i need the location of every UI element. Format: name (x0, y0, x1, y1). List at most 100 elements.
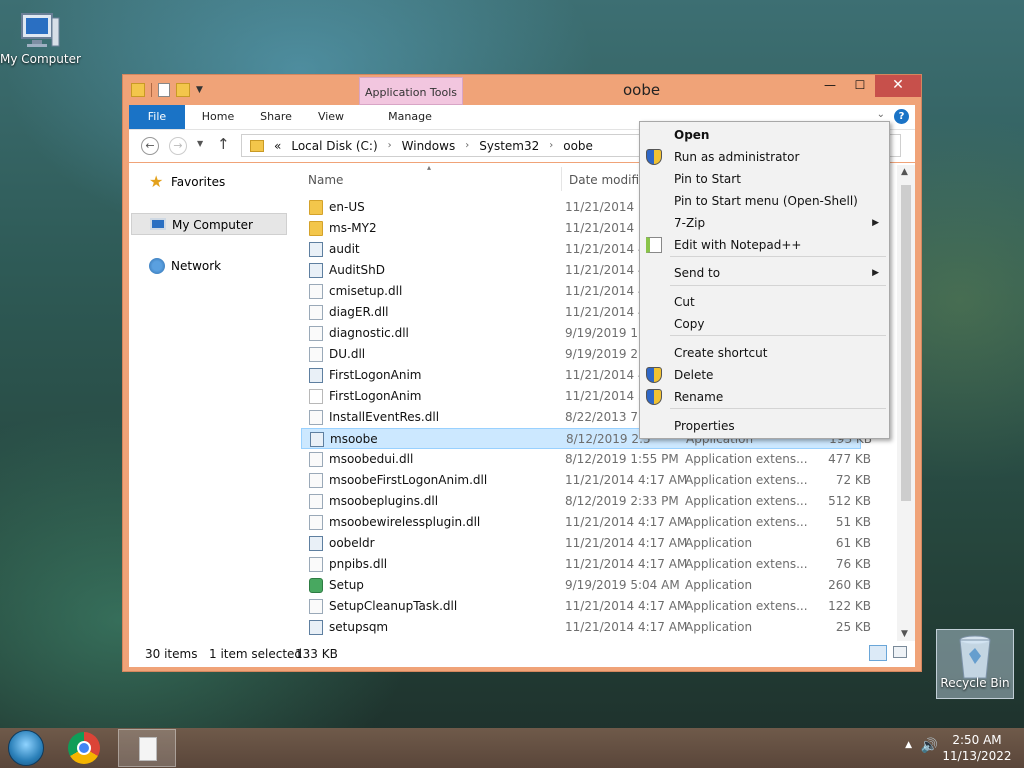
tab-share[interactable]: Share (251, 105, 301, 129)
file-row[interactable]: msoobewirelessplugin.dll 11/21/2014 4:17 … (301, 512, 871, 533)
chevron-right-icon[interactable]: › (465, 140, 469, 151)
menu-item-open[interactable]: Open (640, 124, 889, 146)
chevron-down-icon[interactable]: ▼ (196, 85, 203, 95)
file-date-modified: 8/12/2019 2:5 (566, 432, 651, 446)
menu-item-run-as-administrator[interactable]: Run as administrator (640, 146, 889, 168)
menu-item-label: 7-Zip (674, 216, 706, 230)
scroll-down-icon[interactable]: ▼ (901, 629, 908, 639)
menu-item-pin-to-start-menu-open-shell[interactable]: Pin to Start menu (Open-Shell) (640, 190, 889, 212)
vertical-scrollbar[interactable]: ▲ ▼ (897, 165, 915, 641)
large-icons-view-icon[interactable] (893, 646, 907, 658)
menu-item-properties[interactable]: Properties (640, 415, 889, 437)
file-name: msoobedui.dll (329, 452, 414, 466)
shield-icon (646, 149, 662, 165)
up-button[interactable]: ↑ (217, 135, 230, 153)
tab-home[interactable]: Home (193, 105, 243, 129)
file-date-modified: 11/21/2014 4:17 AM (565, 536, 688, 550)
menu-separator (670, 285, 886, 286)
file-row[interactable]: msoobedui.dll 8/12/2019 1:55 PM Applicatio… (301, 449, 871, 470)
breadcrumb-windows[interactable]: Windows (402, 139, 456, 153)
menu-item-label: Pin to Start (674, 172, 741, 186)
file-date-modified: 11/21/2014 4:17 AM (565, 599, 688, 613)
desktop-icon-label: My Computer (0, 52, 81, 66)
file-row[interactable]: msoobeplugins.dll 8/12/2019 2:33 PM Applic… (301, 491, 871, 512)
close-button[interactable]: ✕ (875, 75, 921, 97)
scroll-thumb[interactable] (901, 185, 911, 501)
chevron-right-icon[interactable]: › (549, 140, 553, 151)
show-hidden-icons-chevron-icon[interactable]: ▲ (905, 740, 912, 750)
column-divider[interactable] (561, 167, 562, 191)
menu-item-pin-to-start[interactable]: Pin to Start (640, 168, 889, 190)
breadcrumb-system32[interactable]: System32 (479, 139, 539, 153)
menu-item-rename[interactable]: Rename (640, 386, 889, 408)
file-date-modified: 11/21/2014 4: (565, 242, 650, 256)
nav-item-network[interactable]: Network (131, 255, 287, 277)
details-view-icon[interactable] (869, 645, 887, 661)
taskbar-explorer-button[interactable] (118, 729, 176, 767)
menu-item-copy[interactable]: Copy (640, 313, 889, 335)
recent-locations-chevron-icon[interactable]: ▼ (197, 139, 203, 148)
file-name: en-US (329, 200, 365, 214)
menu-item-label: Properties (674, 419, 735, 433)
menu-item-edit-with-notepad[interactable]: Edit with Notepad++ (640, 234, 889, 256)
file-name: msoobeplugins.dll (329, 494, 439, 508)
status-selection: 1 item selected (209, 647, 303, 661)
file-row[interactable]: msoobeFirstLogonAnim.dll 11/21/2014 4:17 … (301, 470, 871, 491)
breadcrumb-local-disk[interactable]: Local Disk (C:) (291, 139, 377, 153)
file-row[interactable]: Setup 9/19/2019 5:04 AM Application 260 KB (301, 575, 871, 596)
application-icon (309, 536, 323, 551)
menu-item-7-zip[interactable]: 7-Zip ▶ (640, 212, 889, 234)
expand-ribbon-icon[interactable]: ⌄ (877, 109, 885, 120)
nav-item-my-computer[interactable]: My Computer (131, 213, 287, 235)
tab-manage[interactable]: Manage (373, 105, 447, 129)
menu-item-label: Run as administrator (674, 150, 800, 164)
computer-icon (150, 218, 166, 230)
volume-icon[interactable]: 🔊 (921, 738, 938, 754)
breadcrumb-overflow[interactable]: « (274, 139, 281, 153)
scroll-up-icon[interactable]: ▲ (901, 167, 908, 177)
desktop-icon-recycle-bin[interactable]: Recycle Bin (936, 629, 1014, 699)
navigation-pane: ★ Favorites My Computer Network (129, 163, 297, 641)
clock-date: 11/13/2022 (942, 749, 1012, 763)
tab-file[interactable]: File (129, 105, 185, 129)
file-row[interactable]: oobeldr 11/21/2014 4:17 AM Application 61 K… (301, 533, 871, 554)
breadcrumb-oobe[interactable]: oobe (563, 139, 593, 153)
forward-button[interactable]: → (169, 137, 187, 155)
column-header-name[interactable]: Name (308, 173, 343, 187)
menu-item-label: Open (674, 128, 710, 142)
start-button[interactable] (8, 730, 44, 766)
file-date-modified: 9/19/2019 1:5 (565, 326, 650, 340)
menu-item-cut[interactable]: Cut (640, 291, 889, 313)
title-bar[interactable]: ▼ Application Tools oobe — ☐ ✕ (123, 75, 921, 105)
properties-icon[interactable] (158, 83, 170, 97)
file-row[interactable]: SetupCleanupTask.dll 11/21/2014 4:17 AM Ap… (301, 596, 871, 617)
chevron-right-icon[interactable]: › (388, 140, 392, 151)
tab-view[interactable]: View (309, 105, 353, 129)
back-button[interactable]: ← (141, 137, 159, 155)
dll-file-icon (309, 347, 323, 362)
file-name: diagER.dll (329, 305, 389, 319)
file-type: Application (685, 536, 753, 550)
file-date-modified: 8/12/2019 2:33 PM (565, 494, 679, 508)
menu-item-send-to[interactable]: Send to ▶ (640, 262, 889, 284)
menu-item-delete[interactable]: Delete (640, 364, 889, 386)
new-folder-icon[interactable] (176, 83, 190, 97)
clock[interactable]: 2:50 AM 11/13/2022 (942, 732, 1012, 764)
desktop-icon-my-computer[interactable]: My Computer (0, 8, 81, 66)
nav-item-favorites[interactable]: ★ Favorites (131, 171, 287, 193)
file-date-modified: 9/19/2019 5:04 AM (565, 578, 680, 592)
file-size: 122 KB (828, 599, 871, 613)
maximize-button[interactable]: ☐ (845, 75, 875, 97)
file-date-modified: 8/22/2013 7:4 (565, 410, 650, 424)
file-row[interactable]: pnpibs.dll 11/21/2014 4:17 AM Application … (301, 554, 871, 575)
dll-file-icon (309, 515, 323, 530)
chrome-icon[interactable] (68, 732, 100, 764)
file-date-modified: 11/21/2014 4: (565, 368, 650, 382)
file-row[interactable]: setupsqm 11/21/2014 4:17 AM Application 25 … (301, 617, 871, 638)
file-date-modified: 9/19/2019 2:0 (565, 347, 650, 361)
help-icon[interactable]: ? (894, 109, 909, 124)
menu-item-create-shortcut[interactable]: Create shortcut (640, 342, 889, 364)
menu-item-label: Pin to Start menu (Open-Shell) (674, 194, 858, 208)
minimize-button[interactable]: — (815, 75, 845, 97)
file-size: 72 KB (835, 473, 871, 487)
